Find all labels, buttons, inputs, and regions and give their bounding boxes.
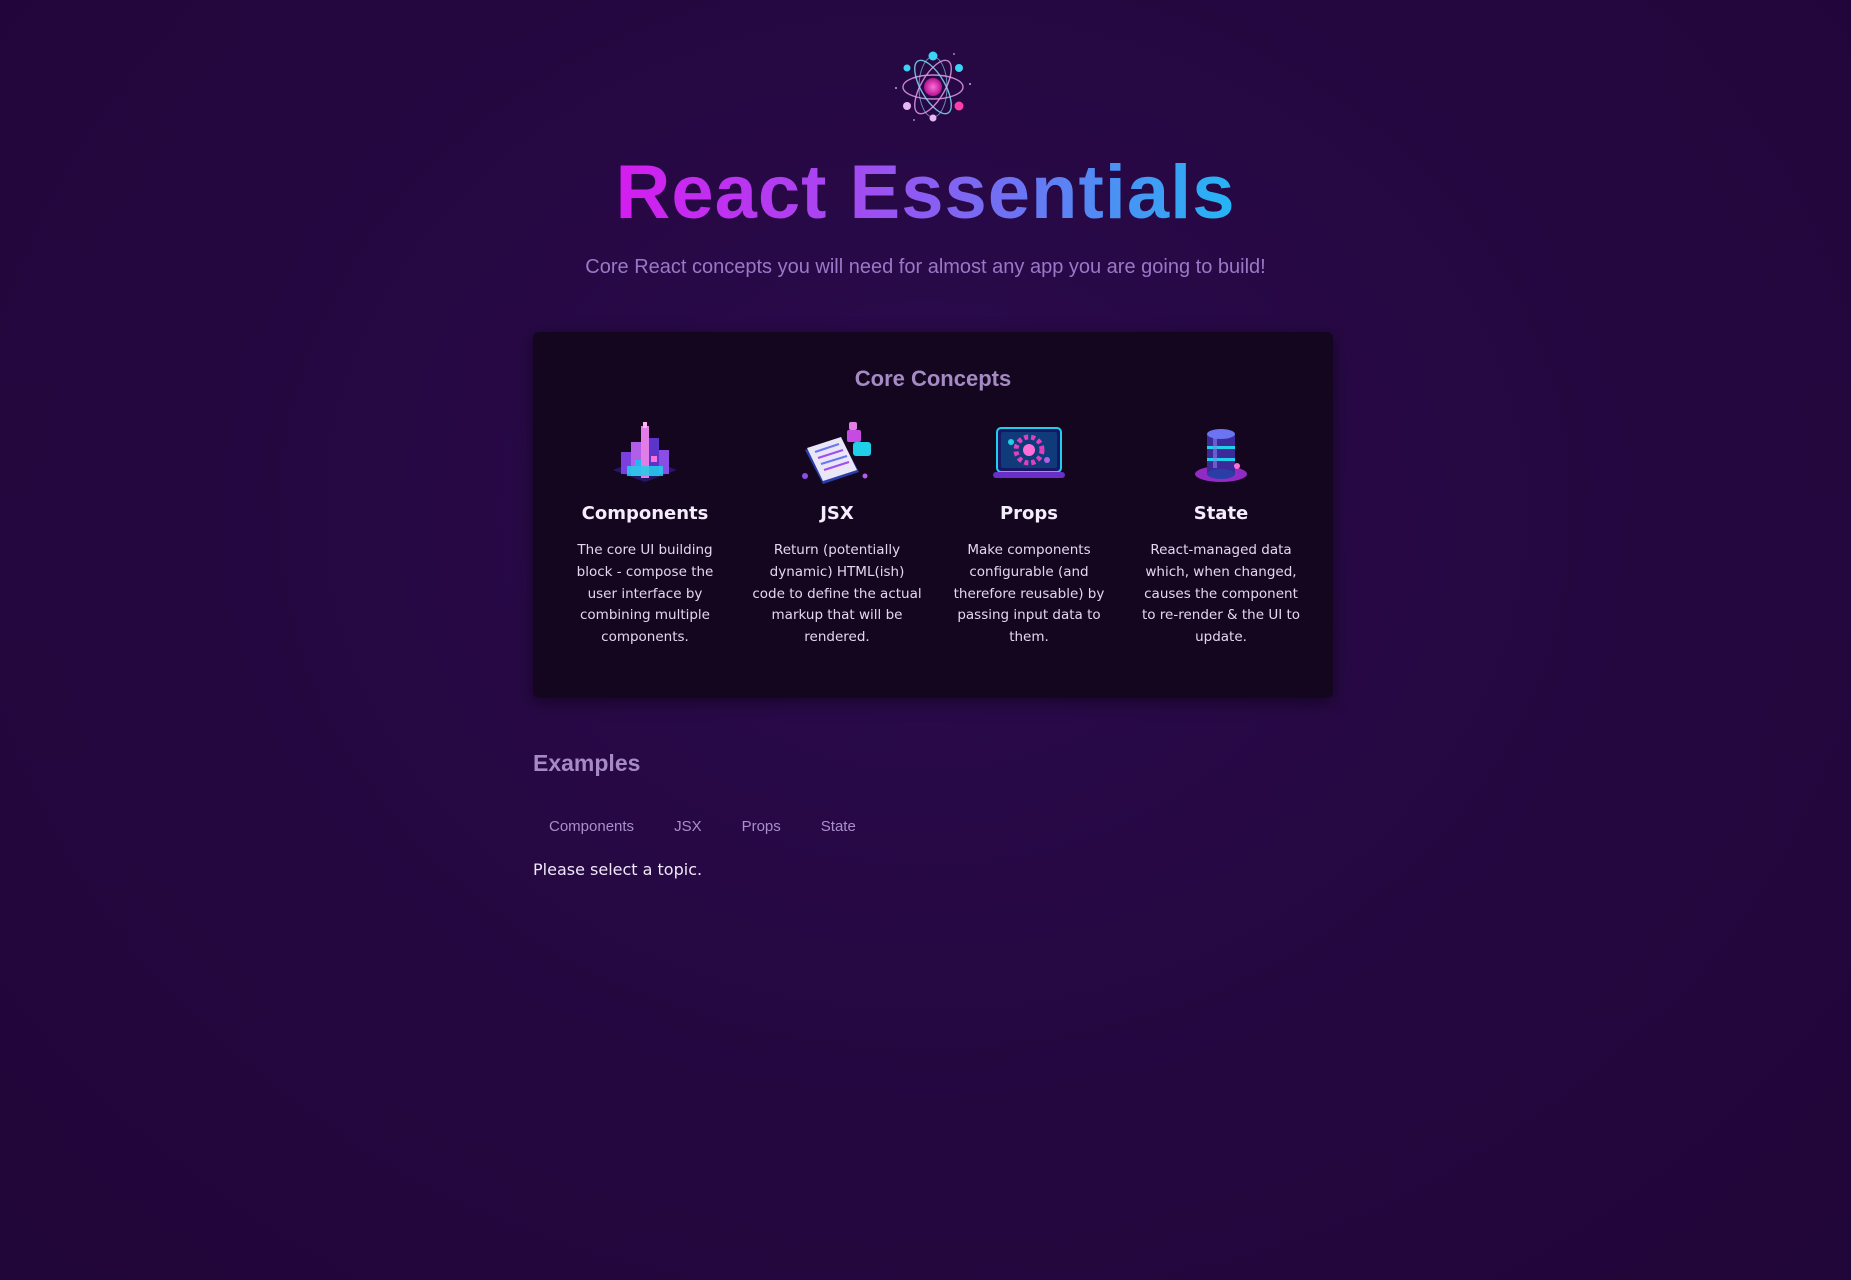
concept-card-jsx: JSX Return (potentially dynamic) HTML(is…: [752, 420, 922, 649]
react-atom-icon: [895, 51, 971, 122]
page-title: React Essentials: [615, 150, 1236, 235]
concept-description: Make components configurable (and theref…: [953, 542, 1105, 646]
props-config-icon: [993, 427, 1065, 478]
page-subtitle: Core React concepts you will need for al…: [585, 256, 1266, 278]
state-database-icon: [1195, 429, 1247, 482]
concept-description: Return (potentially dynamic) HTML(ish) c…: [752, 542, 922, 646]
concept-title: Props: [999, 503, 1059, 524]
examples-tabs: Components JSX Props State: [533, 812, 880, 841]
concept-description: React-managed data which, when changed, …: [1141, 542, 1301, 646]
tab-components[interactable]: Components: [533, 812, 650, 841]
tab-props[interactable]: Props: [726, 812, 797, 841]
core-concepts-title: Core Concepts: [854, 366, 1012, 391]
jsx-document-icon: [802, 422, 871, 484]
concept-card-props: Props Make components configurable (and …: [944, 420, 1114, 649]
concept-title: State: [1193, 503, 1249, 524]
tab-jsx[interactable]: JSX: [658, 812, 718, 841]
examples-title: Examples: [533, 750, 641, 776]
concept-title: Components: [581, 503, 709, 524]
concept-card-state: State React-managed data which, when cha…: [1136, 420, 1306, 649]
concept-card-components: Components The core UI building block - …: [560, 420, 730, 649]
tab-state[interactable]: State: [805, 812, 872, 841]
components-blocks-icon: [613, 422, 677, 482]
examples-empty-message: Please select a topic.: [533, 860, 703, 879]
concept-description: The core UI building block - compose the…: [576, 542, 714, 646]
concept-title: JSX: [820, 503, 854, 524]
